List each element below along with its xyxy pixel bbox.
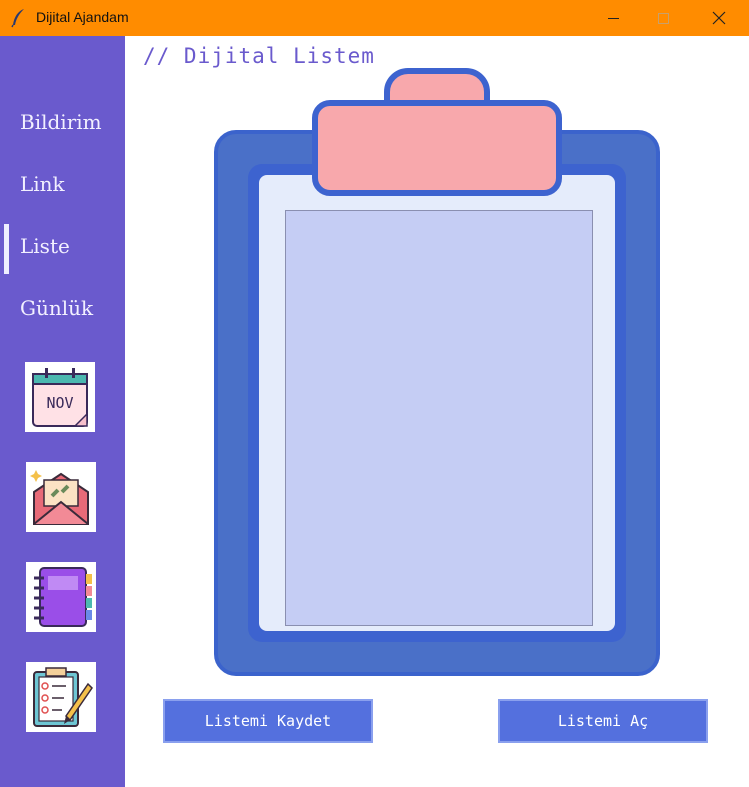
open-list-button[interactable]: Listemi Aç xyxy=(498,699,708,743)
page-title: // Dijital Listem xyxy=(143,44,375,68)
sidebar-item-bildirim[interactable]: Bildirim xyxy=(20,110,102,134)
sidebar-item-link[interactable]: Link xyxy=(20,172,65,196)
sidebar-item-liste[interactable]: Liste xyxy=(20,234,70,258)
checklist-icon xyxy=(33,667,93,727)
close-icon xyxy=(712,11,726,25)
maximize-icon xyxy=(657,12,669,24)
clipboard-clip xyxy=(312,100,562,196)
calendar-icon-button[interactable]: NOV xyxy=(25,362,95,432)
mail-link-icon xyxy=(30,470,89,525)
feather-icon xyxy=(11,9,24,28)
window-title: Dijital Ajandam xyxy=(36,9,129,25)
save-list-button[interactable]: Listemi Kaydet xyxy=(163,699,373,743)
notebook-icon xyxy=(34,567,92,627)
close-button[interactable] xyxy=(694,0,744,36)
calendar-icon: NOV xyxy=(32,368,88,427)
list-textarea[interactable] xyxy=(285,210,593,626)
minimize-button[interactable] xyxy=(588,0,638,36)
checklist-icon-button[interactable] xyxy=(26,662,96,732)
title-bar[interactable]: Dijital Ajandam xyxy=(0,0,749,36)
active-indicator xyxy=(4,224,9,274)
maximize-button[interactable] xyxy=(638,0,688,36)
mail-link-icon-button[interactable] xyxy=(26,462,96,532)
minimize-icon xyxy=(607,17,619,19)
sidebar-item-gunluk[interactable]: Günlük xyxy=(20,296,93,320)
sidebar: Bildirim Link Liste Günlük NOV xyxy=(0,36,125,787)
notebook-icon-button[interactable] xyxy=(26,562,96,632)
svg-text:NOV: NOV xyxy=(46,394,73,412)
